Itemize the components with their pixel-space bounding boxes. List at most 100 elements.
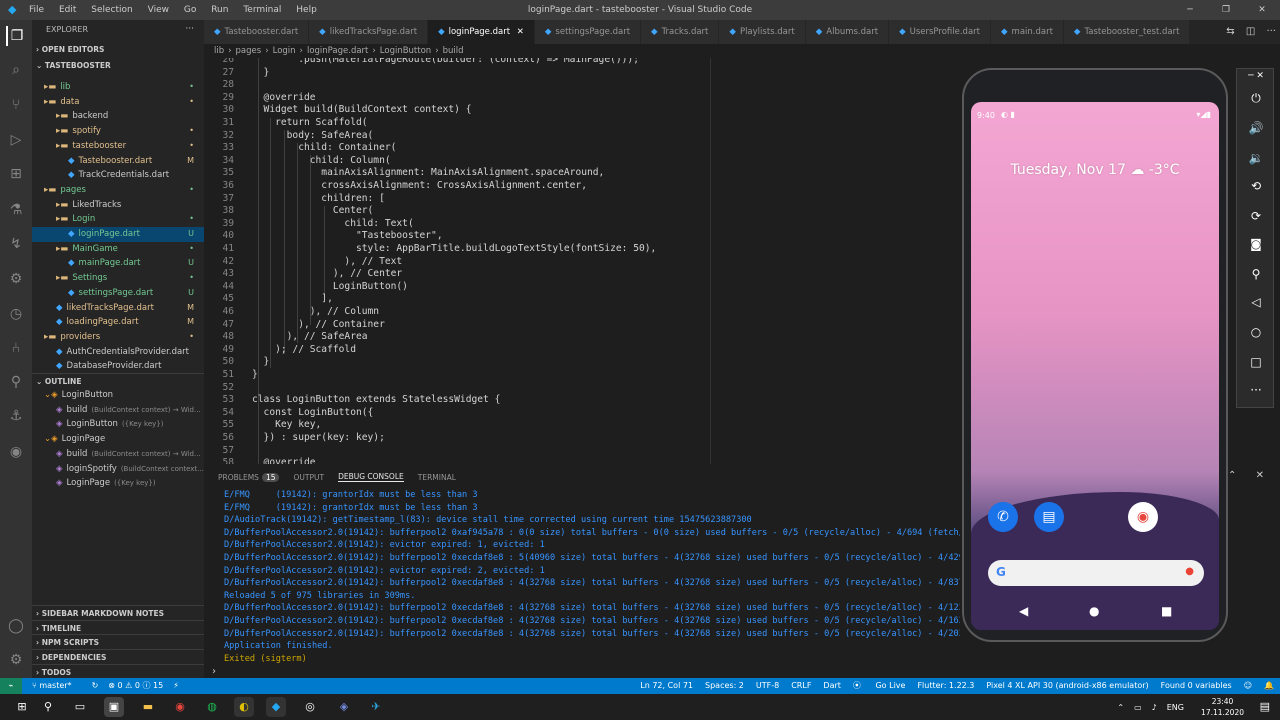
variables-status[interactable]: Found 0 variables (1161, 678, 1232, 694)
tree-file[interactable]: ◆ AuthCredentialsProvider.dart (32, 345, 204, 360)
editor-tab[interactable]: ◆ main.dart (991, 20, 1064, 44)
outline-item[interactable]: ◈ LoginButton ({Key key}) (32, 417, 204, 432)
google-search-bar[interactable]: G ● (988, 560, 1204, 586)
menu-go[interactable]: Go (184, 0, 196, 20)
clock[interactable]: 23:40 17.11.2020 (1201, 696, 1244, 718)
json-icon[interactable]: ◉ (6, 442, 26, 462)
menu-edit[interactable]: Edit (59, 0, 76, 20)
telegram-icon[interactable]: ✈ (366, 697, 386, 717)
discord-icon[interactable]: ◈ (334, 697, 354, 717)
code-line[interactable]: child: Container( (252, 142, 396, 153)
anchor-icon[interactable]: ⚓ (6, 406, 26, 426)
tree-file[interactable]: ◆ settingsPage.dart U (32, 286, 204, 301)
editor-tab[interactable]: ◆ loginPage.dart ✕ (428, 20, 535, 44)
editor-tab[interactable]: ◆ Tastebooster.dart (204, 20, 310, 44)
code-line[interactable]: }) : super(key: key); (252, 432, 385, 443)
code-line[interactable]: @override (252, 457, 316, 464)
code-line[interactable]: ), // Text (252, 256, 402, 267)
code-line[interactable]: @override (252, 92, 316, 103)
date-weather-widget[interactable]: Tuesday, Nov 17 ☁ -3°C (971, 162, 1219, 178)
code-line[interactable]: LoginButton() (252, 281, 408, 292)
go-live-button[interactable]: ⦿ Go Live (853, 678, 906, 694)
explorer-icon[interactable]: ❐ (6, 26, 26, 46)
toolbar-header-icons[interactable]: ─ ✕ (1237, 71, 1275, 81)
editor-tab[interactable]: ◆ settingsPage.dart (534, 20, 642, 44)
indentation[interactable]: Spaces: 2 (705, 678, 744, 694)
volume-down-icon[interactable]: 🔉 (1237, 151, 1275, 165)
tree-folder[interactable]: ▸▬ Settings • (32, 271, 204, 286)
live-share-icon[interactable]: ↯ (6, 234, 26, 254)
volume-up-icon[interactable]: 🔊 (1237, 121, 1275, 135)
app-icon[interactable]: ◐ (234, 697, 254, 717)
sidebar-section[interactable]: › NPM SCRIPTS (32, 634, 204, 649)
restore-icon[interactable]: ❐ (1208, 0, 1244, 20)
language-mode[interactable]: Dart (823, 678, 841, 694)
network-icon[interactable]: ▭ (1134, 703, 1142, 712)
close-icon[interactable]: ✕ (1244, 0, 1280, 20)
notifications-icon[interactable]: 🔔 (1264, 678, 1274, 694)
tree-file[interactable]: ◆ loginPage.dart U (32, 227, 204, 242)
breadcrumb-item[interactable]: build (443, 46, 464, 56)
home-icon[interactable]: ○ (1237, 325, 1275, 339)
sidebar-section[interactable]: › DEPENDENCIES (32, 649, 204, 664)
code-line[interactable]: ), // Center (252, 268, 402, 279)
problems-status[interactable]: ⊗ 0 ⚠ 0 ⓘ 15 (108, 678, 163, 694)
tree-folder[interactable]: ▸▬ MainGame • (32, 242, 204, 257)
flutter-version[interactable]: Flutter: 1.22.3 (917, 678, 974, 694)
chrome-icon[interactable]: ◉ (170, 697, 190, 717)
chrome-app-icon[interactable]: ◉ (1128, 502, 1158, 532)
file-explorer-icon[interactable]: ▬ (138, 697, 158, 717)
outline-section[interactable]: ⌄ OUTLINE (32, 373, 204, 388)
code-line[interactable]: style: AppBarTitle.buildLogoTextStyle(fo… (252, 243, 656, 254)
tree-folder[interactable]: ▸▬ spotify • (32, 124, 204, 139)
phone-app-icon[interactable]: ✆ (988, 502, 1018, 532)
tree-folder[interactable]: ▸▬ LikedTracks (32, 198, 204, 213)
tree-folder[interactable]: ▸▬ lib • (32, 80, 204, 95)
editor-tab[interactable]: ◆ Tastebooster_test.dart (1063, 20, 1191, 44)
sync-icon[interactable]: ↻ (92, 678, 99, 694)
code-line[interactable]: Center( (252, 205, 373, 216)
line-ending[interactable]: CRLF (791, 678, 811, 694)
sidebar-section[interactable]: › TODOS (32, 663, 204, 679)
tab-close-icon[interactable]: ✕ (514, 27, 524, 37)
rotate-left-icon[interactable]: ⟲ (1237, 179, 1275, 193)
code-line[interactable]: child: Column( (252, 155, 391, 166)
editor-tab[interactable]: ◆ Tracks.dart (641, 20, 720, 44)
panel-tab[interactable]: DEBUG CONSOLE (338, 472, 404, 482)
breadcrumb-item[interactable]: Login (273, 46, 296, 56)
split-editor-icon[interactable]: ◫ (1246, 26, 1255, 37)
testing-icon[interactable]: ⚗ (6, 200, 26, 220)
app-icon[interactable]: ▣ (104, 697, 124, 717)
panel-tab[interactable]: OUTPUT (293, 473, 324, 482)
menu-terminal[interactable]: Terminal (243, 0, 281, 20)
tree-folder[interactable]: ▸▬ data • (32, 95, 204, 110)
camera-icon[interactable]: ◙ (1237, 237, 1275, 251)
panel-close-icon[interactable]: ✕ (1256, 470, 1264, 481)
overview-icon[interactable]: □ (1237, 355, 1275, 369)
code-line[interactable]: ), // Container (252, 319, 385, 330)
recents-icon[interactable]: ■ (1161, 604, 1172, 618)
zoom-icon[interactable]: ⚲ (1237, 267, 1275, 281)
remote-icon[interactable]: ⌁ (0, 678, 22, 694)
sidebar-section[interactable]: › SIDEBAR MARKDOWN NOTES (32, 605, 204, 620)
open-editors-section[interactable]: › OPEN EDITORS (32, 42, 204, 57)
panel-tab[interactable]: TERMINAL (418, 473, 456, 482)
breadcrumb-item[interactable]: lib (214, 46, 224, 56)
action-center-icon[interactable]: ▤ (1260, 700, 1270, 713)
more-icon[interactable]: ··· (1266, 26, 1276, 37)
feedback-icon[interactable]: ☺ (1244, 678, 1252, 694)
back-icon[interactable]: ◁ (1237, 295, 1275, 309)
code-line[interactable]: const LoginButton({ (252, 407, 374, 418)
tree-file[interactable]: ◆ Tastebooster.dart M (32, 154, 204, 169)
more-actions-icon[interactable]: ··· (185, 24, 194, 34)
minimize-icon[interactable]: ─ (1172, 0, 1208, 20)
emulator-screen[interactable]: 9:40 ◐ ▮ ▾◢▮ Tuesday, Nov 17 ☁ -3°C ✆ ▤ … (971, 102, 1219, 630)
menu-view[interactable]: View (148, 0, 169, 20)
code-line[interactable]: children: [ (252, 193, 385, 204)
chevron-up-icon[interactable]: ⌃ (1228, 470, 1236, 481)
extensions-icon[interactable]: ⊞ (6, 164, 26, 184)
tree-folder[interactable]: ▸▬ pages • (32, 183, 204, 198)
panel-tab[interactable]: PROBLEMS 15 (218, 472, 280, 482)
taskbar-search-icon[interactable]: ⚲ (38, 697, 58, 717)
volume-icon[interactable]: ♪ (1152, 703, 1157, 712)
